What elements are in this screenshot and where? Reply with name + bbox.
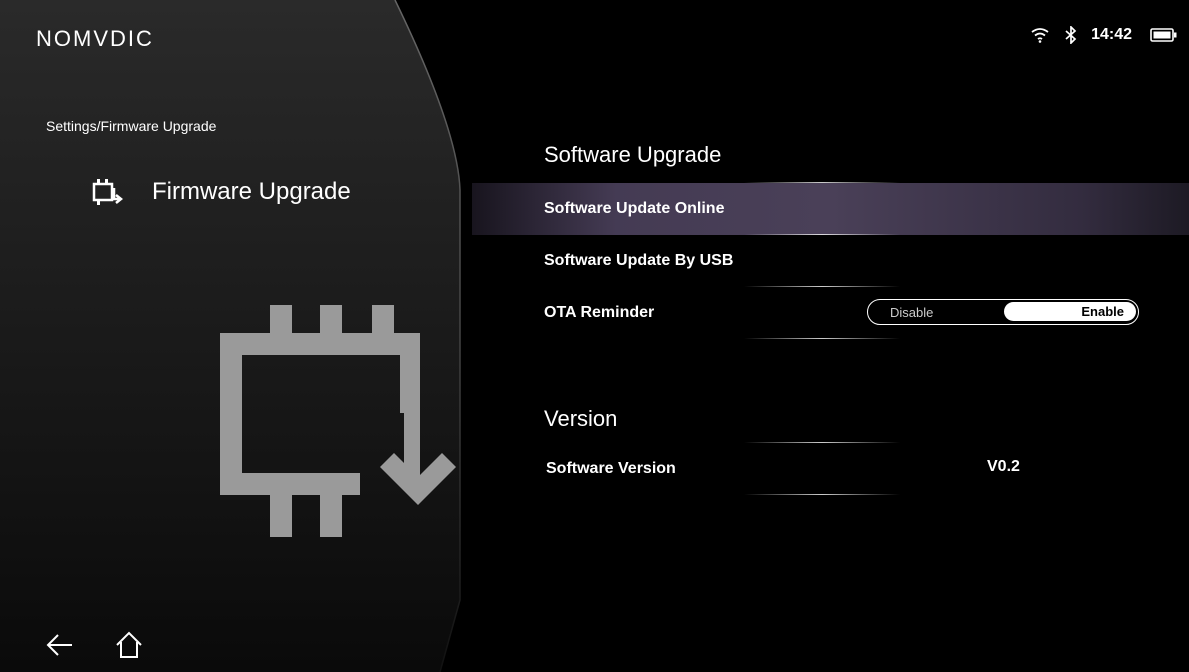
bluetooth-icon [1065,26,1077,44]
back-arrow-icon[interactable] [46,632,74,658]
software-version-value: V0.2 [987,458,1020,475]
divider [744,338,900,339]
clock: 14:42 [1091,26,1132,43]
section-title-version: Version [544,406,618,431]
firmware-upgrade-large-icon [220,305,456,537]
software-update-by-usb-item[interactable]: Software Update By USB [472,235,1189,287]
software-update-online-item[interactable]: Software Update Online [472,183,1189,235]
menu-item-label: OTA Reminder [544,304,655,321]
home-icon[interactable] [114,630,144,660]
brand-logo: NOMVDIC [36,26,154,51]
page-title-text: Firmware Upgrade [152,178,351,205]
menu-item-label: Software Update By USB [544,252,734,269]
battery-icon [1150,28,1177,42]
software-version-item: Software Version [472,443,1189,495]
left-panel: NOMVDIC Settings/Firmware Upgrade Firmwa… [0,0,470,672]
firmware-upgrade-icon [92,179,124,205]
breadcrumb: Settings/Firmware Upgrade [46,118,217,134]
toggle-option-enable[interactable]: Enable [1004,302,1136,321]
toggle-option-disable[interactable]: Disable [868,305,1004,320]
section-title-software-upgrade: Software Upgrade [544,142,722,167]
software-version-label: Software Version [546,460,676,477]
page-title: Firmware Upgrade [90,178,351,206]
status-bar: 14:42 [1031,24,1177,46]
menu-item-label: Software Update Online [544,200,725,217]
ota-reminder-toggle[interactable]: Disable Enable [867,299,1139,325]
wifi-icon [1031,28,1049,43]
divider [744,494,900,495]
